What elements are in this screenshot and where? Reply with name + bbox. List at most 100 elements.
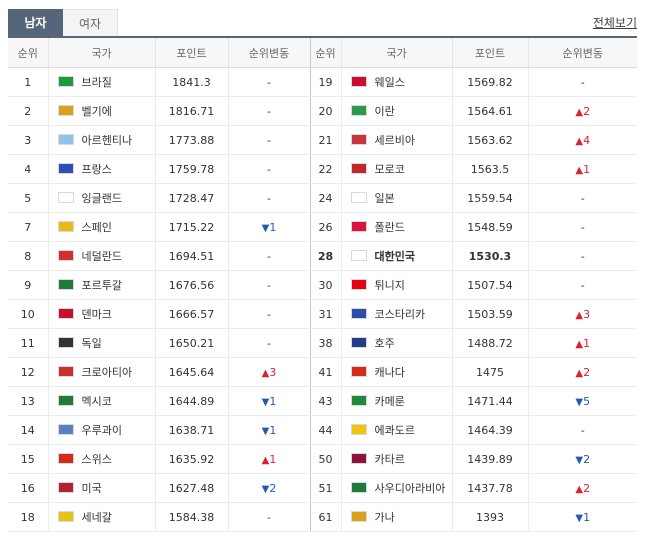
rank-cell: 38: [309, 328, 341, 358]
country-cell: 튀니지: [340, 270, 452, 300]
country-name: 코스타리카: [374, 308, 426, 321]
country-name: 세르비아: [374, 134, 415, 147]
rank-cell: 21: [309, 125, 341, 155]
points-cell: 1563.5: [451, 154, 528, 184]
points-cell: 1816.71: [154, 96, 228, 126]
country-cell: 포르투갈: [47, 270, 155, 300]
points-cell: 1488.72: [451, 328, 528, 358]
change-cell: -: [227, 96, 310, 126]
rank-cell: 5: [8, 183, 48, 213]
table-row: 13 멕시코 1644.89 ▼1 43 카메룬 1471.44 ▼5: [8, 386, 637, 416]
gender-tabs: 남자 여자: [8, 9, 118, 37]
country-cell: 세네갈: [47, 502, 155, 532]
points-cell: 1666.57: [154, 299, 228, 329]
points-cell: 1635.92: [154, 444, 228, 474]
rank-cell: 30: [309, 270, 341, 300]
change-value: 3: [583, 307, 591, 321]
change-cell: ▼1: [227, 415, 310, 445]
table-row: 10 덴마크 1666.57-31 코스타리카 1503.59 ▲3: [8, 299, 637, 329]
rank-cell: 51: [309, 473, 341, 503]
table-row: 8 네덜란드 1694.51 - 28 대한민국 1530.3 -: [8, 241, 637, 271]
arrow-up-icon: ▲: [575, 483, 584, 495]
rank-cell: 8: [8, 241, 48, 271]
view-all-link[interactable]: 전체보기: [593, 14, 637, 31]
country-cell: 폴란드: [340, 212, 452, 242]
country-name: 카타르: [374, 453, 405, 466]
country-name: 우루과이: [81, 424, 122, 437]
change-cell: ▼2: [527, 444, 637, 474]
points-cell: 1728.47: [154, 183, 228, 213]
change-value: -: [267, 191, 271, 205]
change-cell: ▲1: [527, 154, 637, 184]
table-header-row: 순위 국가 포인트 순위변동 순위 국가 포인트 순위변동: [8, 38, 637, 68]
rank-cell: 14: [8, 415, 48, 445]
change-value: 1: [269, 452, 277, 466]
header-change: 순위변동: [527, 38, 637, 68]
country-name: 대한민국: [374, 250, 415, 263]
change-value: -: [267, 510, 271, 524]
change-cell: ▲4: [527, 125, 637, 155]
table-row: 9 포르투갈 1676.56 - 30 튀니지 1507.54 -: [8, 270, 637, 300]
change-cell: -: [527, 415, 637, 445]
points-cell: 1548.59: [451, 212, 528, 242]
flag-tunisia-icon: [350, 279, 367, 290]
rank-cell: 13: [8, 386, 48, 416]
tab-women[interactable]: 여자: [63, 9, 118, 37]
flag-poland-icon: [350, 221, 367, 232]
change-value: -: [267, 133, 271, 147]
flag-senegal-icon: [57, 511, 74, 522]
country-name: 브라질: [81, 76, 112, 89]
flag-belgium-icon: [57, 105, 74, 116]
flag-saudi-arabia-icon: [350, 482, 367, 493]
country-name: 사우디아라비아: [374, 482, 446, 495]
points-cell: 1694.51: [154, 241, 228, 271]
change-cell: -: [227, 328, 310, 358]
country-name: 네덜란드: [81, 250, 122, 263]
country-name: 호주: [374, 337, 395, 350]
rank-cell: 11: [8, 328, 48, 358]
points-cell: 1475: [451, 357, 528, 387]
flag-spain-icon: [57, 221, 74, 232]
country-cell: 에콰도르: [340, 415, 452, 445]
country-cell: 카타르: [340, 444, 452, 474]
table-row: 14 우루과이 1638.71 ▼1 44 에콰도르 1464.39 -: [8, 415, 637, 445]
change-value: -: [580, 191, 585, 205]
table-row: 1 브라질 1841.3 - 19 웨일스 1569.82 -: [8, 67, 637, 97]
country-name: 멕시코: [81, 395, 112, 408]
country-cell: 크로아티아: [47, 357, 155, 387]
rank-cell: 1: [8, 67, 48, 97]
change-cell: ▲1: [527, 328, 637, 358]
country-name: 잉글랜드: [81, 192, 122, 205]
change-value: 2: [583, 104, 591, 118]
arrow-down-icon: ▼: [575, 454, 584, 466]
country-name: 일본: [374, 192, 395, 205]
flag-brazil-icon: [57, 76, 74, 87]
header-change: 순위변동: [227, 38, 310, 68]
change-value: 2: [583, 481, 591, 495]
change-value: 1: [583, 162, 591, 176]
flag-australia-icon: [350, 337, 367, 348]
change-cell: ▼1: [227, 212, 310, 242]
table-row: 16 미국 1627.48 ▼2 51 사우디아라비아 1437.78 ▲2: [8, 473, 637, 503]
rank-cell: 50: [309, 444, 341, 474]
points-cell: 1645.64: [154, 357, 228, 387]
change-cell: -: [227, 270, 310, 300]
rank-cell: 43: [309, 386, 341, 416]
change-value: 1: [583, 510, 591, 524]
country-cell: 호주: [340, 328, 452, 358]
change-cell: ▼5: [527, 386, 637, 416]
flag-france-icon: [57, 163, 74, 174]
country-cell: 이란: [340, 96, 452, 126]
points-cell: 1530.3: [451, 241, 528, 271]
table-row: 4 프랑스 1759.78-22 모로코 1563.5 ▲1: [8, 154, 637, 184]
points-cell: 1439.89: [451, 444, 528, 474]
flag-cameroon-icon: [350, 395, 367, 406]
table-row: 18 세네갈 1584.38-61 가나 1393 ▼1: [8, 502, 637, 532]
country-cell: 아르헨티나: [47, 125, 155, 155]
flag-morocco-icon: [350, 163, 367, 174]
country-name: 스페인: [81, 221, 112, 234]
country-name: 카메룬: [374, 395, 405, 408]
points-cell: 1759.78: [154, 154, 228, 184]
change-cell: -: [227, 125, 310, 155]
tab-men[interactable]: 남자: [8, 9, 63, 37]
